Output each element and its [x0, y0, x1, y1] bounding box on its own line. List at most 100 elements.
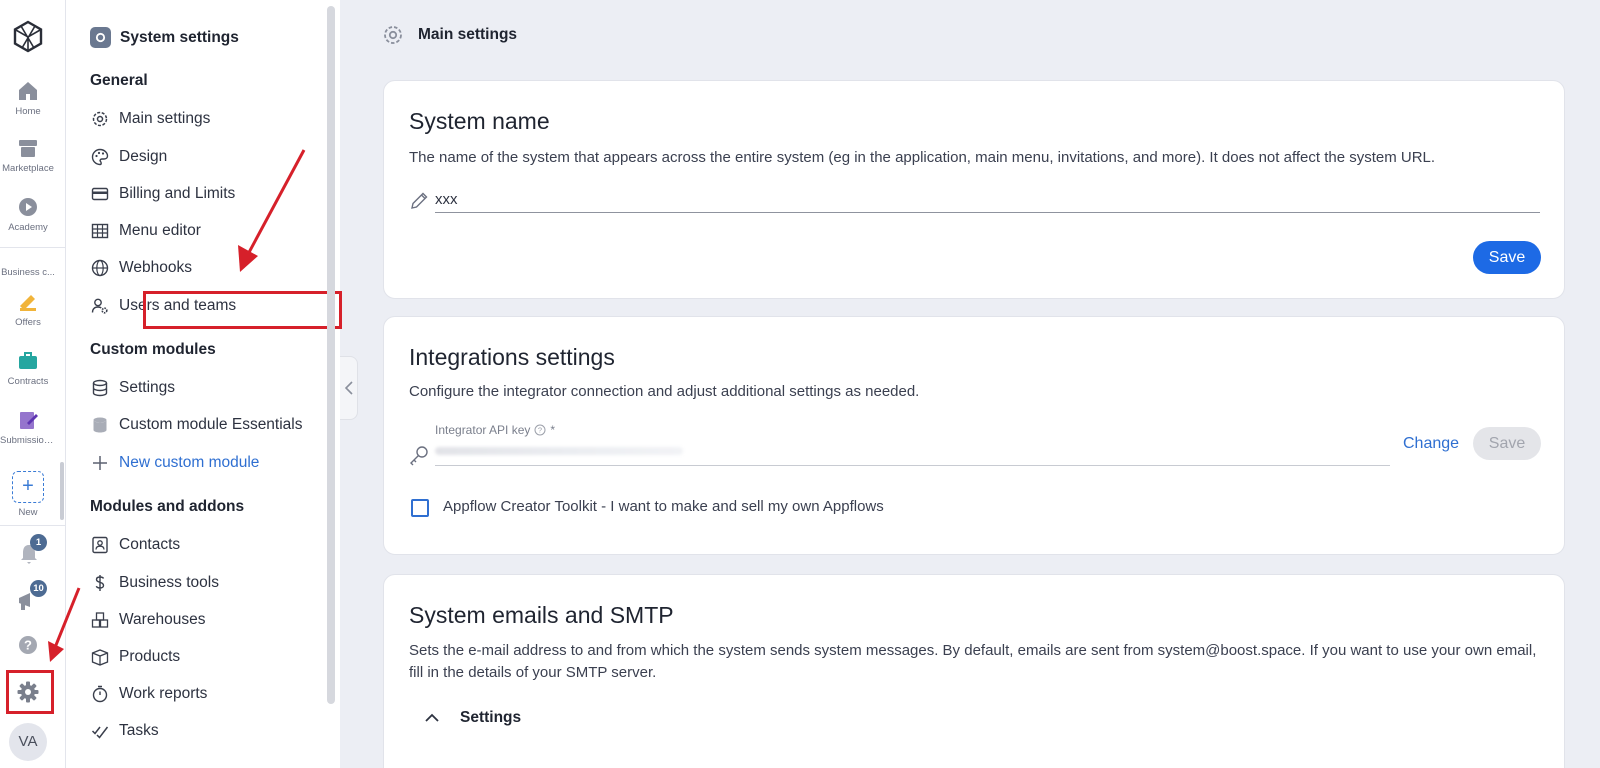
nav-item-business-tools[interactable]: Business tools [90, 571, 219, 595]
gear-outline-icon [384, 26, 402, 44]
user-gear-icon [90, 296, 110, 316]
help-icon[interactable]: ? [18, 635, 38, 655]
nav-label: Contacts [119, 536, 181, 553]
palette-icon [90, 147, 110, 167]
nav-label: Products [119, 648, 181, 665]
settings-accordion-toggle[interactable]: Settings [424, 709, 521, 727]
rail-item-home[interactable]: Home [0, 80, 56, 117]
rail-label: Academy [8, 222, 48, 233]
rail-scrollbar[interactable] [60, 462, 64, 520]
logo-icon[interactable] [13, 20, 43, 53]
page-title: Main settings [418, 26, 518, 43]
rail-item-submissions[interactable]: Submission... [0, 409, 56, 446]
nav-item-menu-editor[interactable]: Menu editor [90, 219, 201, 243]
change-api-key-link[interactable]: Change [1403, 435, 1459, 453]
rail-divider [0, 525, 66, 526]
api-key-field-underline [435, 465, 1390, 466]
plus-icon: + [12, 471, 44, 503]
nav-label: Menu editor [119, 222, 201, 239]
nav-item-custom-settings[interactable]: Settings [90, 376, 175, 400]
system-emails-description: Sets the e-mail address to and from whic… [409, 642, 1537, 681]
nav-label: Webhooks [119, 259, 192, 276]
chevron-up-icon [425, 713, 439, 722]
section-modules-addons: Modules and addons [90, 498, 245, 515]
rail-group-label: Business c... [1, 267, 55, 278]
globe-icon [90, 258, 110, 278]
rail-label: New [18, 507, 38, 518]
nav-item-new-custom-module[interactable]: New custom module [90, 451, 259, 475]
stopwatch-icon [90, 684, 110, 704]
save-system-name-button[interactable]: Save [1473, 241, 1541, 274]
system-name-card: System name The name of the system that … [383, 80, 1565, 299]
nav-item-main-settings[interactable]: Main settings [90, 107, 210, 131]
nav-item-custom-module-essentials[interactable]: Custom module Essentials [90, 413, 303, 437]
nav-label: Warehouses [119, 611, 206, 628]
avatar[interactable]: VA [9, 723, 47, 761]
nav-item-warehouses[interactable]: Warehouses [90, 608, 205, 632]
save-integrations-button[interactable]: Save [1473, 427, 1541, 460]
nav-item-design[interactable]: Design [90, 145, 167, 169]
appflow-toolkit-label[interactable]: Appflow Creator Toolkit - I want to make… [443, 498, 884, 515]
system-name-value[interactable]: xxx [435, 191, 458, 208]
key-icon [410, 446, 428, 466]
nav-label: New custom module [119, 454, 260, 471]
system-emails-card: System emails and SMTP Sets the e-mail a… [383, 574, 1565, 768]
rail-item-contracts[interactable]: Contracts [0, 350, 56, 387]
plus-icon [90, 453, 110, 473]
system-name-description: The name of the system that appears acro… [409, 149, 1436, 166]
chevron-left-icon [344, 381, 353, 395]
integrations-card: Integrations settings Configure the inte… [383, 316, 1565, 555]
help-circle-icon[interactable]: ? [534, 424, 546, 436]
home-icon [19, 82, 37, 100]
gear-outline-icon [90, 109, 110, 129]
rail-divider [0, 247, 66, 248]
rail-item-academy[interactable]: Academy [0, 196, 56, 233]
nav-label: Main settings [119, 110, 211, 127]
briefcase-icon [19, 352, 37, 369]
nav-item-tasks[interactable]: Tasks [90, 719, 159, 743]
api-key-masked-value[interactable] [435, 447, 683, 455]
rail-item-offers[interactable]: Offers [0, 291, 56, 328]
rail-item-new[interactable]: + New [0, 471, 56, 518]
rail-label: Home [15, 106, 41, 117]
settings-panel: System settings General Main settings De… [66, 0, 342, 768]
integrations-heading: Integrations settings [409, 344, 615, 370]
api-key-label: Integrator API key [435, 423, 531, 437]
section-custom-modules: Custom modules [90, 341, 216, 358]
nav-item-products[interactable]: Products [90, 645, 180, 669]
users-and-teams-highlight-box [143, 291, 342, 329]
nav-item-billing[interactable]: Billing and Limits [90, 182, 235, 206]
nav-label: Settings [119, 379, 176, 396]
svg-text:?: ? [24, 638, 32, 653]
rail-label: Submission... [0, 435, 56, 446]
api-key-label-row: Integrator API key ? * [435, 423, 555, 437]
rail-label: Offers [15, 317, 41, 328]
package-icon [90, 647, 110, 667]
check-list-icon [90, 721, 110, 741]
rail-label: Contracts [7, 376, 49, 387]
rail-group-business: Business c... [0, 263, 56, 278]
boxes-icon [90, 610, 110, 630]
system-name-heading: System name [409, 108, 550, 134]
panel-title: System settings [120, 28, 239, 46]
appflow-toolkit-checkbox[interactable] [411, 499, 429, 517]
rail-item-marketplace[interactable]: Marketplace [0, 137, 56, 174]
system-emails-heading: System emails and SMTP [409, 602, 674, 628]
nav-label: Work reports [119, 685, 208, 702]
nav-item-work-reports[interactable]: Work reports [90, 682, 207, 706]
page-header: Main settings [382, 24, 517, 46]
edit-doc-icon [20, 412, 38, 429]
collapse-panel-button[interactable] [340, 356, 358, 420]
pencil-icon [411, 192, 428, 209]
nav-item-webhooks[interactable]: Webhooks [90, 256, 192, 280]
panel-header: System settings [90, 27, 239, 48]
contact-card-icon [90, 535, 110, 555]
nav-item-contacts[interactable]: Contacts [90, 533, 180, 557]
settings-accordion-label: Settings [460, 709, 522, 726]
system-name-field-underline [435, 212, 1540, 213]
database-filled-icon [90, 415, 110, 435]
panel-scrollbar[interactable] [327, 6, 335, 704]
annotation-arrow-users [238, 149, 306, 272]
nav-label: Business tools [119, 574, 219, 591]
integrations-description: Configure the integrator connection and … [409, 383, 920, 400]
